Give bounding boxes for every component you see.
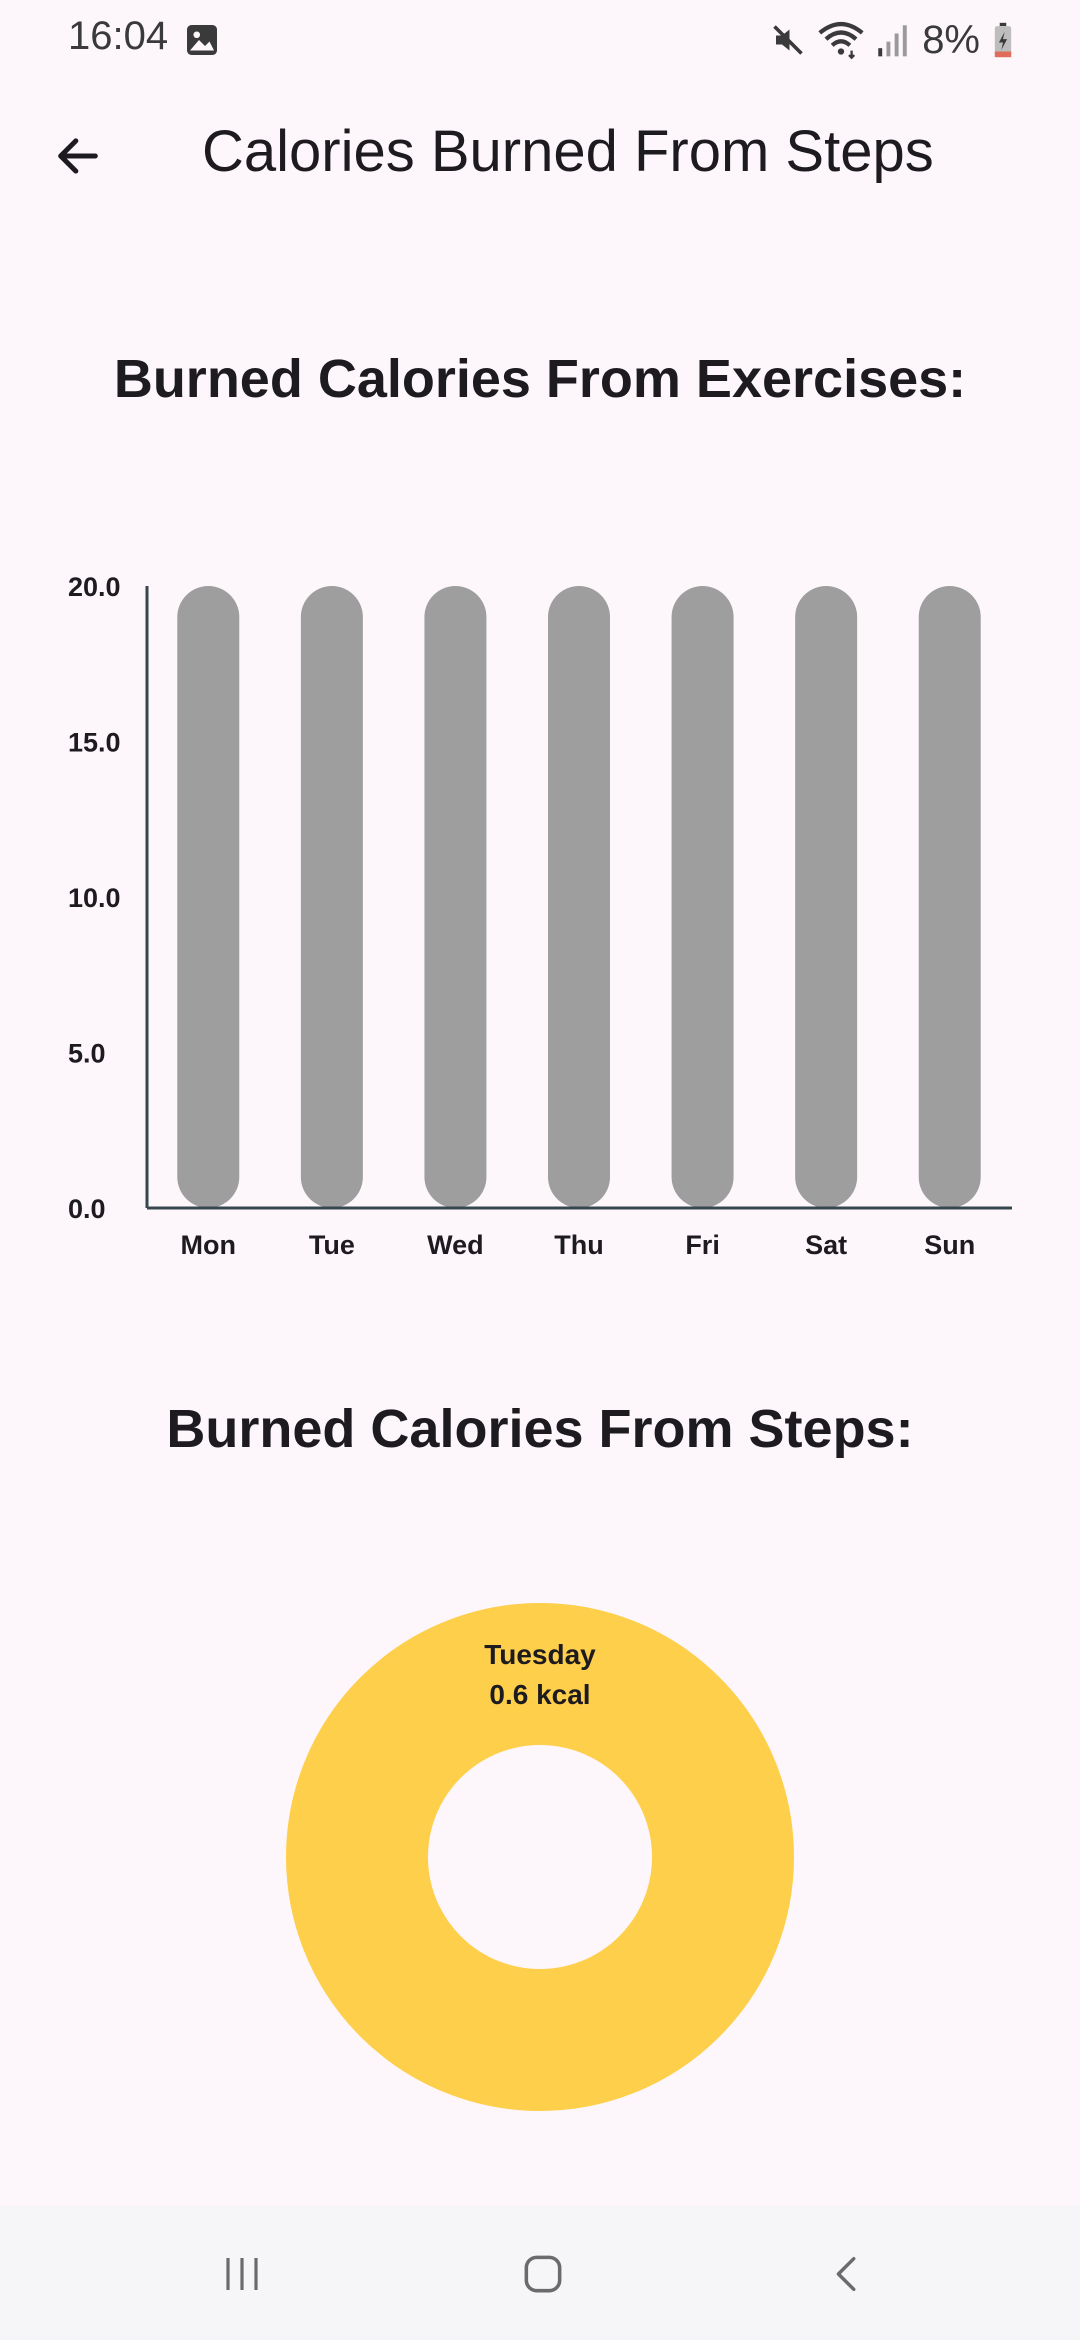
- recent-apps-icon: [226, 2258, 258, 2290]
- home-icon: [524, 2255, 562, 2293]
- bar-wed[interactable]: [424, 586, 487, 1208]
- signal-icon: [878, 25, 907, 57]
- recent-apps-button[interactable]: [202, 2236, 282, 2312]
- gallery-icon: [187, 25, 217, 55]
- exercises-heading: Burned Calories From Exercises:: [113, 349, 967, 409]
- system-back-button[interactable]: [808, 2236, 888, 2312]
- arrow-left-icon: [58, 138, 98, 174]
- donut-label-day: Tuesday: [484, 1639, 596, 1670]
- y-tick-label: 10.0: [68, 883, 121, 913]
- x-tick-label: Tue: [309, 1230, 355, 1260]
- y-tick-label: 15.0: [68, 728, 121, 758]
- y-tick-label: 5.0: [68, 1039, 106, 1069]
- back-icon: [836, 2256, 856, 2292]
- system-nav-bar: [0, 2206, 1080, 2340]
- battery-charging-icon: [994, 22, 1012, 58]
- page-title: Calories Burned From Steps: [202, 119, 934, 184]
- bar-fri[interactable]: [671, 586, 734, 1208]
- donut-label-value: 0.6 kcal: [489, 1679, 591, 1710]
- x-tick-label: Thu: [554, 1230, 603, 1260]
- donut-slice-tuesday[interactable]: [286, 1603, 794, 2111]
- bar-thu[interactable]: [548, 586, 610, 1208]
- bar-tue[interactable]: [300, 586, 363, 1208]
- status-time: 16:04: [68, 14, 169, 58]
- mute-icon: [773, 25, 803, 55]
- steps-heading: Burned Calories From Steps:: [166, 1399, 914, 1459]
- status-icons: 8%: [770, 18, 1014, 62]
- app-bar: Calories Burned From Steps: [0, 100, 1080, 212]
- y-tick-label: 0.0: [68, 1194, 106, 1224]
- bar-sun[interactable]: [918, 586, 981, 1208]
- exercise-bar-chart: 0.0 5.0 10.0 15.0 20.0 Mon Tue Wed Thu Fri Sat Sun: [68, 572, 1012, 1260]
- x-tick-label: Sat: [805, 1230, 847, 1260]
- steps-donut-chart: Tuesday 0.6 kcal: [286, 1603, 794, 2111]
- x-tick-label: Fri: [685, 1230, 720, 1260]
- x-tick-label: Wed: [427, 1230, 484, 1260]
- battery-percentage: 8%: [922, 17, 980, 62]
- bar-sat[interactable]: [795, 586, 858, 1208]
- home-button[interactable]: [503, 2236, 583, 2312]
- x-tick-label: Mon: [181, 1230, 236, 1260]
- bar-mon[interactable]: [177, 586, 240, 1208]
- wifi-icon: [818, 21, 864, 60]
- status-bar: 16:04 8%: [0, 0, 1080, 80]
- y-tick-label: 20.0: [68, 572, 121, 602]
- back-button[interactable]: [38, 116, 118, 196]
- x-tick-label: Sun: [924, 1230, 975, 1260]
